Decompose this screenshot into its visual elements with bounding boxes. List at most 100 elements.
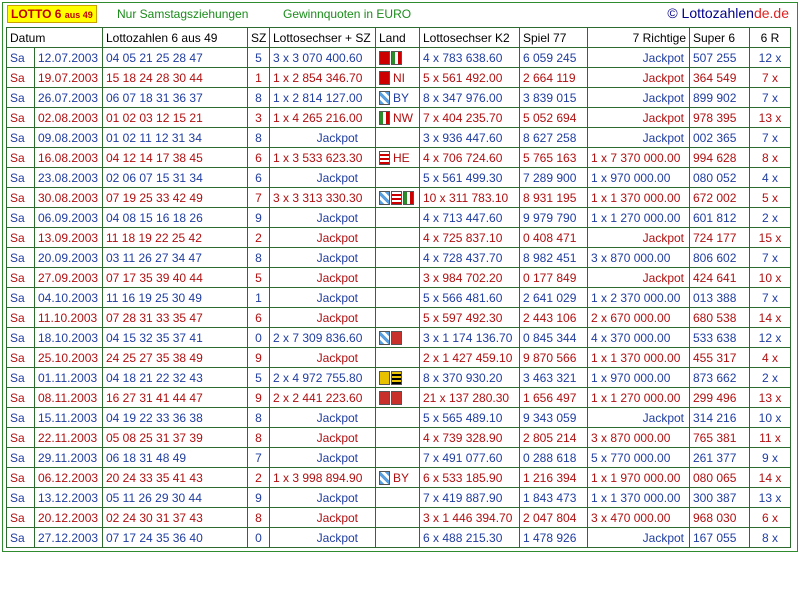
cell-sz: 6: [247, 147, 270, 168]
cell-lottosechser: 3 x 3 070 400.60: [269, 47, 376, 68]
7richtige-value: 1 x 7 370 000.00: [591, 150, 681, 165]
cell-sz: 5: [247, 47, 270, 68]
bw-crest-icon: [379, 370, 390, 385]
cell-land: [375, 327, 420, 348]
col-6r: 6 R: [749, 27, 791, 48]
lottosechser-value: Jackpot: [316, 270, 358, 285]
cell-land: [375, 227, 420, 248]
cell-super6: 968 030: [689, 507, 750, 528]
cell-7richtige: 4 x 370 000.00: [587, 327, 690, 348]
cell-k2: 3 x 936 447.60: [419, 127, 520, 148]
lottosechser-value: Jackpot: [316, 350, 358, 365]
cell-date: 18.10.2003: [34, 327, 103, 348]
cell-k2: 4 x 739 328.90: [419, 427, 520, 448]
cell-numbers: 05 08 25 31 37 39: [102, 427, 248, 448]
cell-date: 25.10.2003: [34, 347, 103, 368]
cell-day: Sa: [6, 387, 35, 408]
cell-land: [375, 307, 420, 328]
cell-6r: 7 x: [749, 67, 791, 88]
cell-7richtige: 2 x 670 000.00: [587, 307, 690, 328]
logo-main-text: LOTTO 6: [11, 7, 62, 21]
cell-super6: 533 638: [689, 327, 750, 348]
table-row: Sa 25.10.2003 24 25 27 35 38 49 9 Jackpot 2 x…: [6, 347, 791, 368]
cell-7richtige: Jackpot: [587, 227, 690, 248]
cell-sz: 2: [247, 467, 270, 488]
table-row: Sa 26.07.2003 06 07 18 31 36 37 8 1 x 2 814 …: [6, 87, 791, 108]
col-k2: Lottosechser K2: [419, 27, 520, 48]
lottosechser-value: Jackpot: [316, 410, 358, 425]
cell-date: 06.12.2003: [34, 467, 103, 488]
cell-6r: 14 x: [749, 307, 791, 328]
cell-day: Sa: [6, 67, 35, 88]
cell-lottosechser: Jackpot: [269, 207, 376, 228]
cell-sz: 3: [247, 107, 270, 128]
cell-lottosechser: 2 x 4 972 755.80: [269, 367, 376, 388]
site-prefix: © Lottozahlen: [667, 5, 754, 21]
cell-6r: 2 x: [749, 367, 791, 388]
cell-spiel77: 3 463 321: [519, 367, 588, 388]
cell-day: Sa: [6, 467, 35, 488]
cell-date: 29.11.2003: [34, 447, 103, 468]
cell-day: Sa: [6, 267, 35, 288]
lottosechser-value: 3 x 3 070 400.60: [273, 50, 363, 65]
cell-6r: 2 x: [749, 207, 791, 228]
table-row: Sa 29.11.2003 06 18 31 48 49 7 Jackpot 7 x 49…: [6, 447, 791, 468]
cell-land: [375, 507, 420, 528]
cell-numbers: 16 27 31 41 44 47: [102, 387, 248, 408]
cell-super6: 299 496: [689, 387, 750, 408]
land-code: NI: [393, 70, 405, 85]
cell-land: [375, 267, 420, 288]
table-row: Sa 12.07.2003 04 05 21 25 28 47 5 3 x 3 070 …: [6, 47, 791, 68]
cell-super6: 994 628: [689, 147, 750, 168]
table-row: Sa 06.12.2003 20 24 33 35 41 43 2 1 x 3 998 …: [6, 467, 791, 488]
cell-7richtige: 1 x 1 370 000.00: [587, 347, 690, 368]
land-code: HE: [393, 150, 410, 165]
cell-lottosechser: 2 x 2 441 223.60: [269, 387, 376, 408]
cell-date: 16.08.2003: [34, 147, 103, 168]
cell-date: 27.12.2003: [34, 527, 103, 548]
cell-land: [375, 527, 420, 548]
cell-numbers: 07 17 24 35 36 40: [102, 527, 248, 548]
he-crest-icon: [391, 190, 402, 205]
cell-day: Sa: [6, 347, 35, 368]
cell-date: 22.11.2003: [34, 427, 103, 448]
lottosechser-value: Jackpot: [316, 210, 358, 225]
cell-spiel77: 6 059 245: [519, 47, 588, 68]
site-name[interactable]: © Lottozahlende.de: [667, 5, 789, 21]
cell-day: Sa: [6, 187, 35, 208]
cell-land: HE: [375, 147, 420, 168]
cell-spiel77: 9 870 566: [519, 347, 588, 368]
cell-k2: 6 x 533 185.90: [419, 467, 520, 488]
by-crest-icon: [379, 470, 390, 485]
cell-day: Sa: [6, 147, 35, 168]
cell-date: 09.08.2003: [34, 127, 103, 148]
7richtige-value: 2 x 670 000.00: [591, 310, 671, 325]
cell-7richtige: 1 x 1 270 000.00: [587, 387, 690, 408]
7richtige-value: Jackpot: [642, 130, 684, 145]
cell-k2: 10 x 311 783.10: [419, 187, 520, 208]
cell-k2: 5 x 597 492.30: [419, 307, 520, 328]
cell-date: 15.11.2003: [34, 407, 103, 428]
land-code: BY: [393, 90, 410, 105]
cell-k2: 5 x 561 499.30: [419, 167, 520, 188]
cell-land: BY: [375, 467, 420, 488]
lottosechser-value: 1 x 2 854 346.70: [273, 70, 363, 85]
cell-day: Sa: [6, 327, 35, 348]
cell-sz: 5: [247, 367, 270, 388]
cell-6r: 11 x: [749, 427, 791, 448]
cell-6r: 4 x: [749, 167, 791, 188]
cell-sz: 8: [247, 507, 270, 528]
cell-spiel77: 9 343 059: [519, 407, 588, 428]
7richtige-value: 3 x 870 000.00: [591, 250, 671, 265]
cell-numbers: 02 24 30 31 37 43: [102, 507, 248, 528]
lottosechser-value: Jackpot: [316, 310, 358, 325]
7richtige-value: Jackpot: [642, 110, 684, 125]
cell-sz: 6: [247, 167, 270, 188]
cell-sz: 2: [247, 227, 270, 248]
cell-7richtige: Jackpot: [587, 87, 690, 108]
col-datum: Datum: [6, 27, 103, 48]
cell-day: Sa: [6, 427, 35, 448]
cell-k2: 5 x 565 489.10: [419, 407, 520, 428]
table-row: Sa 13.12.2003 05 11 26 29 30 44 9 Jackpot 7 x…: [6, 487, 791, 508]
cell-sz: 8: [247, 407, 270, 428]
